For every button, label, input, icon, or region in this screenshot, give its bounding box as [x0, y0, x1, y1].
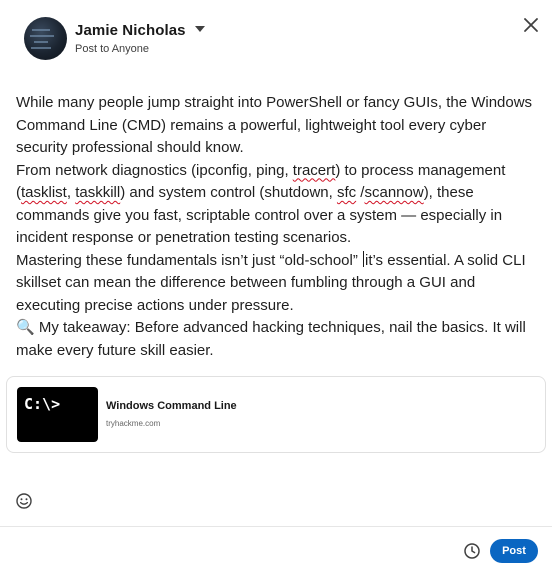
post-paragraph: 🔍 My takeaway: Before advanced hacking t… — [16, 319, 526, 359]
spellcheck-word: tracert — [292, 161, 336, 179]
clock-icon[interactable] — [462, 541, 482, 561]
post-button[interactable]: Post — [490, 539, 538, 563]
link-title: Windows Command Line — [106, 400, 237, 412]
emoji-icon[interactable] — [15, 492, 33, 510]
post-paragraph: From network diagnostics (ipconfig, ping… — [16, 161, 506, 247]
post-editor[interactable]: While many people jump straight into Pow… — [16, 92, 541, 362]
author-name: Jamie Nicholas — [75, 22, 186, 39]
magnifier-emoji-icon: 🔍 — [16, 319, 35, 336]
audience-label[interactable]: Post to Anyone — [75, 43, 149, 55]
spellcheck-word: tasklist — [21, 184, 67, 201]
link-thumbnail: C:\> — [17, 387, 98, 442]
spellcheck-word: scannow — [364, 184, 424, 201]
footer-divider — [0, 526, 552, 527]
composer-header: Jamie Nicholas Post to Anyone — [0, 0, 552, 80]
link-preview-card[interactable]: C:\> Windows Command Line tryhackme.com — [6, 376, 546, 453]
chevron-down-icon — [194, 25, 205, 32]
author-selector[interactable]: Jamie Nicholas — [75, 22, 205, 40]
link-domain: tryhackme.com — [106, 419, 161, 428]
post-paragraph: Mastering these fundamentals isn’t just … — [16, 250, 526, 314]
avatar — [24, 17, 67, 60]
spellcheck-word: sfc — [336, 184, 357, 201]
post-paragraph: While many people jump straight into Pow… — [16, 94, 533, 156]
thumbnail-text: C:\> — [24, 395, 61, 413]
close-icon[interactable] — [517, 11, 545, 39]
text-cursor — [363, 250, 364, 267]
spellcheck-word: taskkill — [75, 184, 121, 201]
